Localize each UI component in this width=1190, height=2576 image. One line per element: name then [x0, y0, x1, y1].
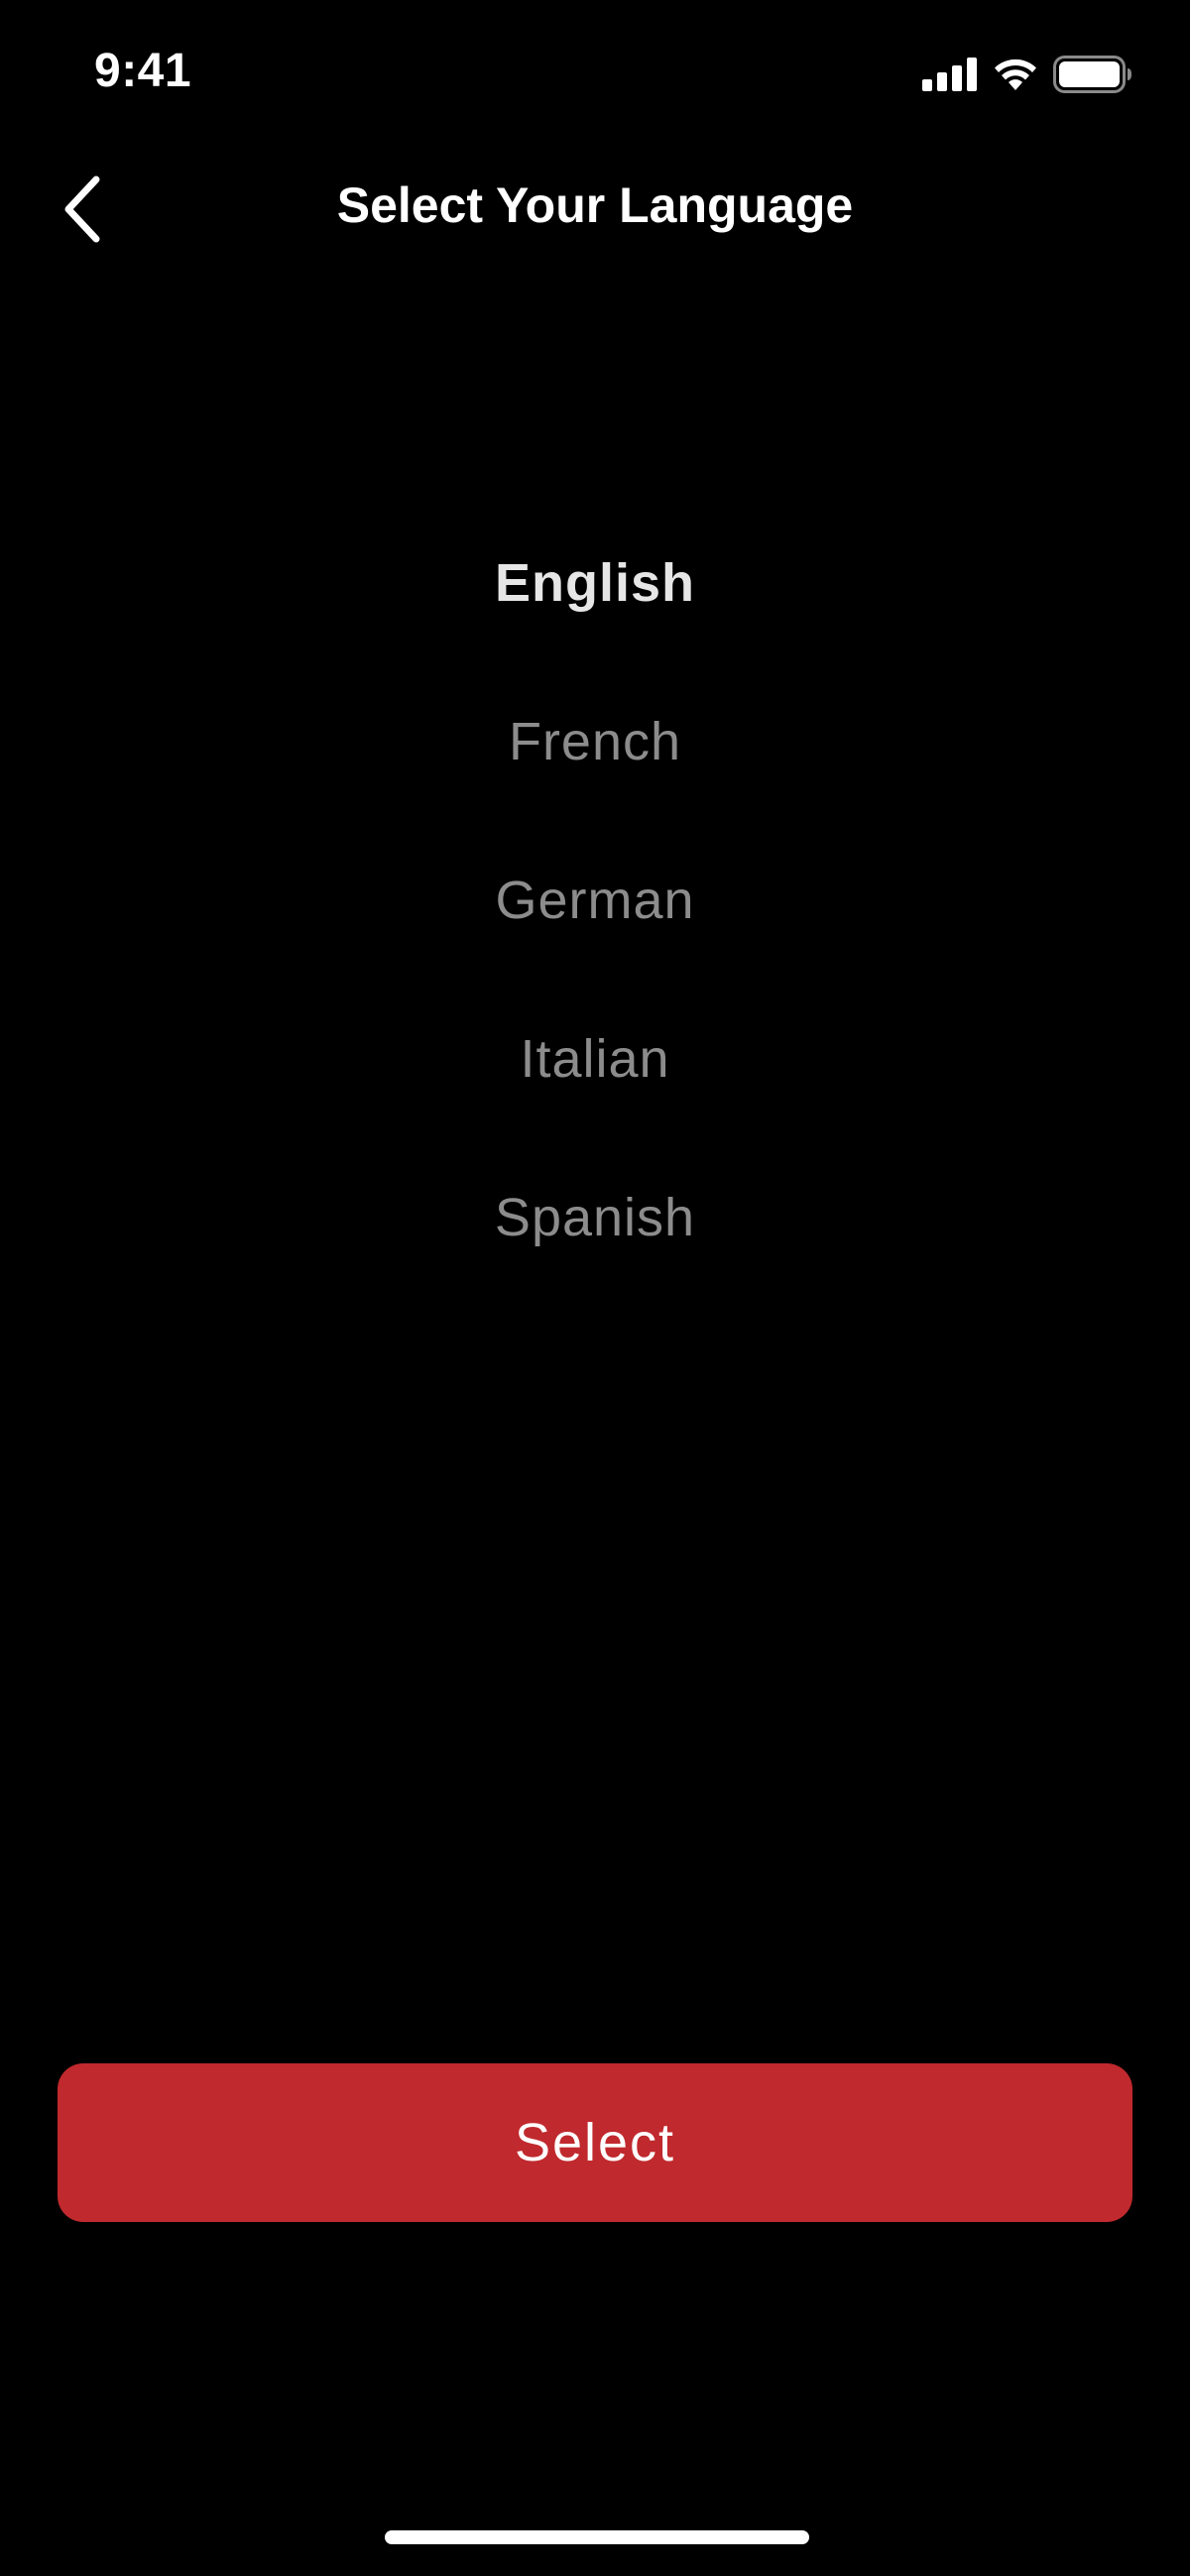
wifi-icon [992, 57, 1039, 92]
language-picker[interactable]: English French German Italian Spanish [0, 504, 1190, 1297]
page-title: Select Your Language [336, 177, 854, 233]
language-option-german[interactable]: German [0, 821, 1190, 980]
status-time: 9:41 [94, 45, 192, 97]
battery-icon [1053, 56, 1132, 93]
select-button[interactable]: Select [58, 2063, 1132, 2222]
language-option-italian[interactable]: Italian [0, 980, 1190, 1138]
status-icons [922, 56, 1132, 93]
language-option-french[interactable]: French [0, 662, 1190, 821]
home-indicator[interactable] [385, 2530, 809, 2544]
language-option-english[interactable]: English [0, 504, 1190, 662]
status-bar: 9:41 [0, 0, 1190, 149]
cellular-signal-icon [922, 58, 978, 91]
language-option-spanish[interactable]: Spanish [0, 1138, 1190, 1297]
